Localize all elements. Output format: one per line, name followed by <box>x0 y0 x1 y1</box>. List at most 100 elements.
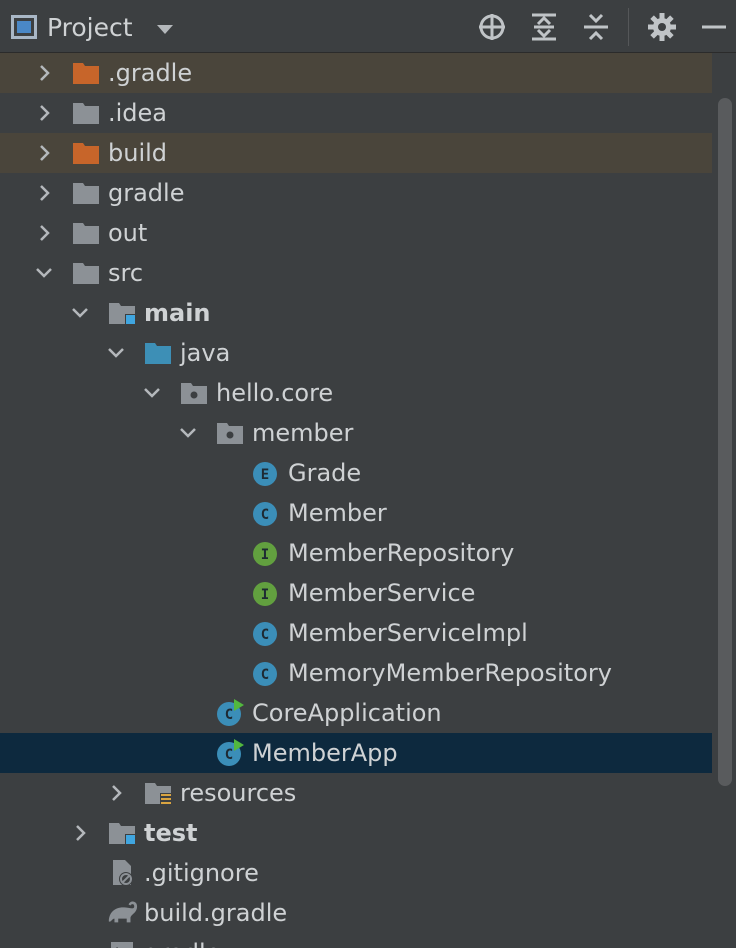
svg-text:C: C <box>225 707 233 723</box>
tree-item-label: MemberServiceImpl <box>288 619 528 647</box>
tree-item-label: Member <box>288 499 387 527</box>
folder-icon <box>70 253 102 293</box>
project-toolbar: Project <box>0 0 736 53</box>
enum-icon: E <box>250 453 282 493</box>
tree-item-label: MemberRepository <box>288 539 515 567</box>
project-tree: .gradle .idea build gradle out src main … <box>0 53 712 948</box>
chevron-right-icon[interactable] <box>32 93 56 133</box>
gear-icon[interactable] <box>645 10 679 44</box>
svg-text:C: C <box>225 747 233 763</box>
svg-text:I: I <box>261 547 269 563</box>
collapse-all-icon[interactable] <box>579 10 613 44</box>
chevron-right-icon[interactable] <box>32 53 56 93</box>
toolbar-title: Project <box>47 12 133 42</box>
tree-item-gitignore[interactable]: .gitignore <box>0 853 712 893</box>
project-window-icon <box>11 15 37 39</box>
folder-icon <box>70 93 102 133</box>
tree-item-java[interactable]: java <box>0 333 712 373</box>
svg-text:C: C <box>261 627 269 643</box>
tree-item-label: .idea <box>108 99 168 127</box>
svg-text:C: C <box>261 507 269 523</box>
source-folder-icon <box>142 333 174 373</box>
project-view-selector[interactable]: Project <box>11 10 173 44</box>
tree-item-member[interactable]: member <box>0 413 712 453</box>
class-icon: C <box>250 493 282 533</box>
tree-item-idea[interactable]: .idea <box>0 93 712 133</box>
folder-icon <box>70 213 102 253</box>
tree-item-build-gradle[interactable]: build.gradle <box>0 893 712 933</box>
tree-item-label: CoreApplication <box>252 699 442 727</box>
tree-item-label: gradle <box>108 179 185 207</box>
tree-item-label: src <box>108 259 144 287</box>
chevron-right-icon[interactable] <box>32 133 56 173</box>
tree-item-memberapp[interactable]: C MemberApp <box>0 733 712 773</box>
chevron-right-icon[interactable] <box>32 213 56 253</box>
chevron-down-icon <box>156 24 173 34</box>
tree-item-coreapplication[interactable]: C CoreApplication <box>0 693 712 733</box>
tree-item-grade[interactable]: E Grade <box>0 453 712 493</box>
ignore-file-icon <box>106 853 138 893</box>
resources-folder-icon <box>142 773 174 813</box>
chevron-right-icon[interactable] <box>68 813 92 853</box>
tree-item-label: out <box>108 219 148 247</box>
tree-item-test[interactable]: test <box>0 813 712 853</box>
module-folder-icon <box>106 813 138 853</box>
interface-icon: I <box>250 573 282 613</box>
chevron-down-icon[interactable] <box>176 413 200 453</box>
class-icon: C <box>250 653 282 693</box>
class-icon: C <box>250 613 282 653</box>
tree-item-main[interactable]: main <box>0 293 712 333</box>
tree-item-label: build.gradle <box>144 899 288 927</box>
tree-item-label: build <box>108 139 168 167</box>
package-icon <box>178 373 210 413</box>
tree-item-out[interactable]: out <box>0 213 712 253</box>
tree-item-label: resources <box>180 779 297 807</box>
runnable-class-icon: C <box>214 733 246 773</box>
minimize-icon[interactable] <box>697 10 731 44</box>
tree-item-member[interactable]: C Member <box>0 493 712 533</box>
svg-text:E: E <box>261 467 269 483</box>
tree-item-gradle[interactable]: gradle <box>0 173 712 213</box>
chevron-down-icon[interactable] <box>68 293 92 333</box>
package-icon <box>214 413 246 453</box>
chevron-right-icon[interactable] <box>104 773 128 813</box>
folder-excluded-icon <box>70 53 102 93</box>
tree-item-label: member <box>252 419 354 447</box>
tree-item-label: Grade <box>288 459 362 487</box>
chevron-down-icon[interactable] <box>140 373 164 413</box>
tree-item-label: .gitignore <box>144 859 259 887</box>
locate-icon[interactable] <box>475 10 509 44</box>
tree-item-memberservice[interactable]: I MemberService <box>0 573 712 613</box>
tree-item-memberrepository[interactable]: I MemberRepository <box>0 533 712 573</box>
tree-item-label: MemberService <box>288 579 476 607</box>
tree-item-gradle[interactable]: .gradle <box>0 53 712 93</box>
tree-item-memberserviceimpl[interactable]: C MemberServiceImpl <box>0 613 712 653</box>
module-folder-icon <box>106 293 138 333</box>
tree-item-label: MemoryMemberRepository <box>288 659 612 687</box>
vertical-scrollbar[interactable] <box>718 98 732 786</box>
tree-item-label: test <box>144 819 198 847</box>
tree-item-label: hello.core <box>216 379 334 407</box>
tree-item-gradlew[interactable]: gradlew <box>0 933 712 948</box>
tree-item-label: main <box>144 299 211 327</box>
svg-text:I: I <box>261 587 269 603</box>
tree-item-label: .gradle <box>108 59 193 87</box>
tree-item-label: gradlew <box>144 933 240 948</box>
runnable-class-icon: C <box>214 693 246 733</box>
toolbar-divider <box>628 8 629 46</box>
tree-item-resources[interactable]: resources <box>0 773 712 813</box>
expand-all-icon[interactable] <box>527 10 561 44</box>
svg-text:C: C <box>261 667 269 683</box>
chevron-right-icon[interactable] <box>32 173 56 213</box>
tree-item-src[interactable]: src <box>0 253 712 293</box>
tree-item-hello-core[interactable]: hello.core <box>0 373 712 413</box>
chevron-down-icon[interactable] <box>32 253 56 293</box>
tree-item-label: java <box>180 339 231 367</box>
folder-excluded-icon <box>70 133 102 173</box>
shell-file-icon <box>106 933 138 948</box>
tree-item-build[interactable]: build <box>0 133 712 173</box>
tree-item-memorymemberrepository[interactable]: C MemoryMemberRepository <box>0 653 712 693</box>
folder-icon <box>70 173 102 213</box>
interface-icon: I <box>250 533 282 573</box>
chevron-down-icon[interactable] <box>104 333 128 373</box>
